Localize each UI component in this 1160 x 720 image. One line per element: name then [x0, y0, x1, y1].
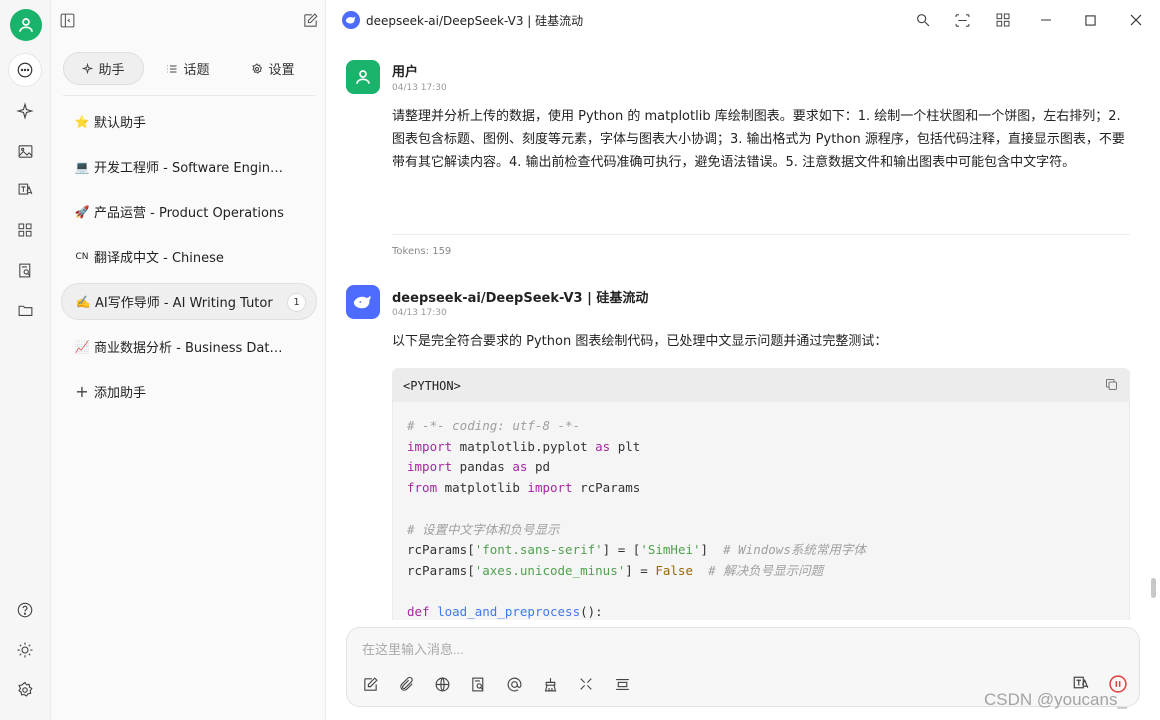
- apps-icon[interactable]: [9, 214, 41, 246]
- deepseek-logo-icon: [342, 11, 360, 29]
- gear-icon: [251, 62, 263, 75]
- writing-hand-icon: ✍️: [75, 294, 91, 309]
- watermark: CSDN @youcans_: [984, 690, 1127, 709]
- assistant-label: 开发工程师 - Software Engineer: [94, 161, 284, 176]
- list-icon: [166, 63, 178, 75]
- topic-count-badge: 1: [287, 293, 306, 312]
- sidebar-tabs: 助手 话题 设置: [63, 52, 315, 85]
- tab-assistants[interactable]: 助手: [63, 52, 144, 85]
- deepseek-logo-icon: [346, 285, 380, 319]
- code-header: <PYTHON>: [393, 369, 1129, 402]
- assistant-list: ⭐ 默认助手 💻 开发工程师 - Software Engineer 🚀 产品运…: [61, 103, 317, 418]
- assistant-label: AI写作导师 - AI Writing Tutor: [95, 296, 273, 311]
- code-language: <PYTHON>: [403, 378, 461, 393]
- sun-icon[interactable]: [9, 634, 41, 666]
- apps-icon[interactable]: [993, 10, 1013, 30]
- user-avatar-icon[interactable]: [10, 9, 42, 41]
- add-assistant-button[interactable]: + 添加助手: [61, 373, 317, 410]
- token-count: Tokens: 159: [392, 246, 452, 257]
- tab-label: 话题: [183, 63, 210, 78]
- assistant-label: 商业数据分析 - Business Data...: [94, 341, 284, 356]
- assistant-label: 产品运营 - Product Operations: [94, 206, 284, 221]
- web-search-icon[interactable]: [432, 674, 452, 694]
- header-title[interactable]: deepseek-ai/DeepSeek-V3 | 硅基流动: [366, 12, 583, 29]
- code-block: <PYTHON> # -*- coding: utf-8 -*- import …: [392, 368, 1130, 620]
- expand-icon[interactable]: [576, 674, 596, 694]
- mention-icon[interactable]: [504, 674, 524, 694]
- user-avatar-icon: [346, 60, 380, 94]
- assistant-item[interactable]: 🚀 产品运营 - Product Operations: [61, 193, 317, 230]
- message-sender: deepseek-ai/DeepSeek-V3 | 硅基流动: [392, 291, 649, 306]
- plus-icon: +: [75, 382, 89, 401]
- narrow-mode-icon[interactable]: [952, 10, 972, 30]
- assistant-item[interactable]: 📈 商业数据分析 - Business Data...: [61, 328, 317, 365]
- rocket-icon: 🚀: [74, 204, 90, 219]
- laptop-icon: 💻: [74, 159, 90, 174]
- message-input[interactable]: [362, 638, 1062, 660]
- tab-label: 设置: [268, 63, 295, 78]
- sparkle-icon: [82, 63, 94, 74]
- close-icon[interactable]: [1126, 10, 1146, 30]
- tab-settings[interactable]: 设置: [232, 52, 314, 85]
- message-text: 以下是完全符合要求的 Python 图表绘制代码，已处理中文显示问题并通过完整测…: [392, 334, 888, 349]
- chat-icon[interactable]: [9, 54, 41, 86]
- chart-icon: 📈: [74, 339, 90, 354]
- assistant-sidebar: 助手 话题 设置 ⭐ 默认助手 💻 开发工程师 - Software Engin…: [51, 0, 326, 720]
- scrollbar[interactable]: [1151, 578, 1156, 598]
- translate-icon[interactable]: [9, 174, 41, 206]
- tab-topics[interactable]: 话题: [144, 52, 232, 85]
- attach-icon[interactable]: [396, 674, 416, 694]
- folder-icon[interactable]: [9, 294, 41, 326]
- message-time: 04/13 17:30: [392, 83, 447, 93]
- knowledge-icon[interactable]: [468, 674, 488, 694]
- settings-icon[interactable]: [9, 674, 41, 706]
- flag-cn-icon: CN: [75, 251, 89, 262]
- chat-header: deepseek-ai/DeepSeek-V3 | 硅基流动: [326, 0, 1160, 40]
- sparkle-icon[interactable]: [9, 95, 41, 127]
- assistant-item[interactable]: ⭐ 默认助手: [61, 103, 317, 140]
- icon-rail: [0, 0, 51, 720]
- search-icon[interactable]: [913, 10, 933, 30]
- clean-icon[interactable]: [540, 674, 560, 694]
- clear-icon[interactable]: [612, 674, 632, 694]
- image-icon[interactable]: [9, 135, 41, 167]
- new-chat-icon[interactable]: [300, 10, 320, 30]
- assistant-label: 翻译成中文 - Chinese: [94, 251, 224, 266]
- tab-label: 助手: [98, 63, 125, 78]
- assistant-label: 默认助手: [94, 116, 147, 131]
- message-list: 用户 04/13 17:30 请整理并分析上传的数据，使用 Python 的 m…: [326, 40, 1160, 620]
- copy-icon[interactable]: [1104, 377, 1119, 392]
- minimize-icon[interactable]: [1036, 10, 1056, 30]
- divider: [63, 95, 315, 96]
- assistant-item[interactable]: ✍️ AI写作导师 - AI Writing Tutor 1: [61, 283, 317, 320]
- star-icon: ⭐: [74, 114, 90, 129]
- message-text: 请整理并分析上传的数据，使用 Python 的 matplotlib 库绘制图表…: [392, 109, 1125, 170]
- message-sender: 用户: [392, 65, 419, 80]
- maximize-icon[interactable]: [1080, 10, 1100, 30]
- document-search-icon[interactable]: [9, 254, 41, 286]
- assistant-item[interactable]: 💻 开发工程师 - Software Engineer: [61, 148, 317, 185]
- assistant-item[interactable]: CN 翻译成中文 - Chinese: [61, 238, 317, 275]
- add-assistant-label: 添加助手: [94, 386, 147, 401]
- toggle-sidebar-icon[interactable]: [57, 10, 77, 30]
- help-icon[interactable]: [9, 594, 41, 626]
- new-topic-icon[interactable]: [360, 674, 380, 694]
- code-content: # -*- coding: utf-8 -*- import matplotli…: [407, 418, 866, 620]
- message-time: 04/13 17:30: [392, 308, 447, 318]
- divider: [392, 234, 1130, 235]
